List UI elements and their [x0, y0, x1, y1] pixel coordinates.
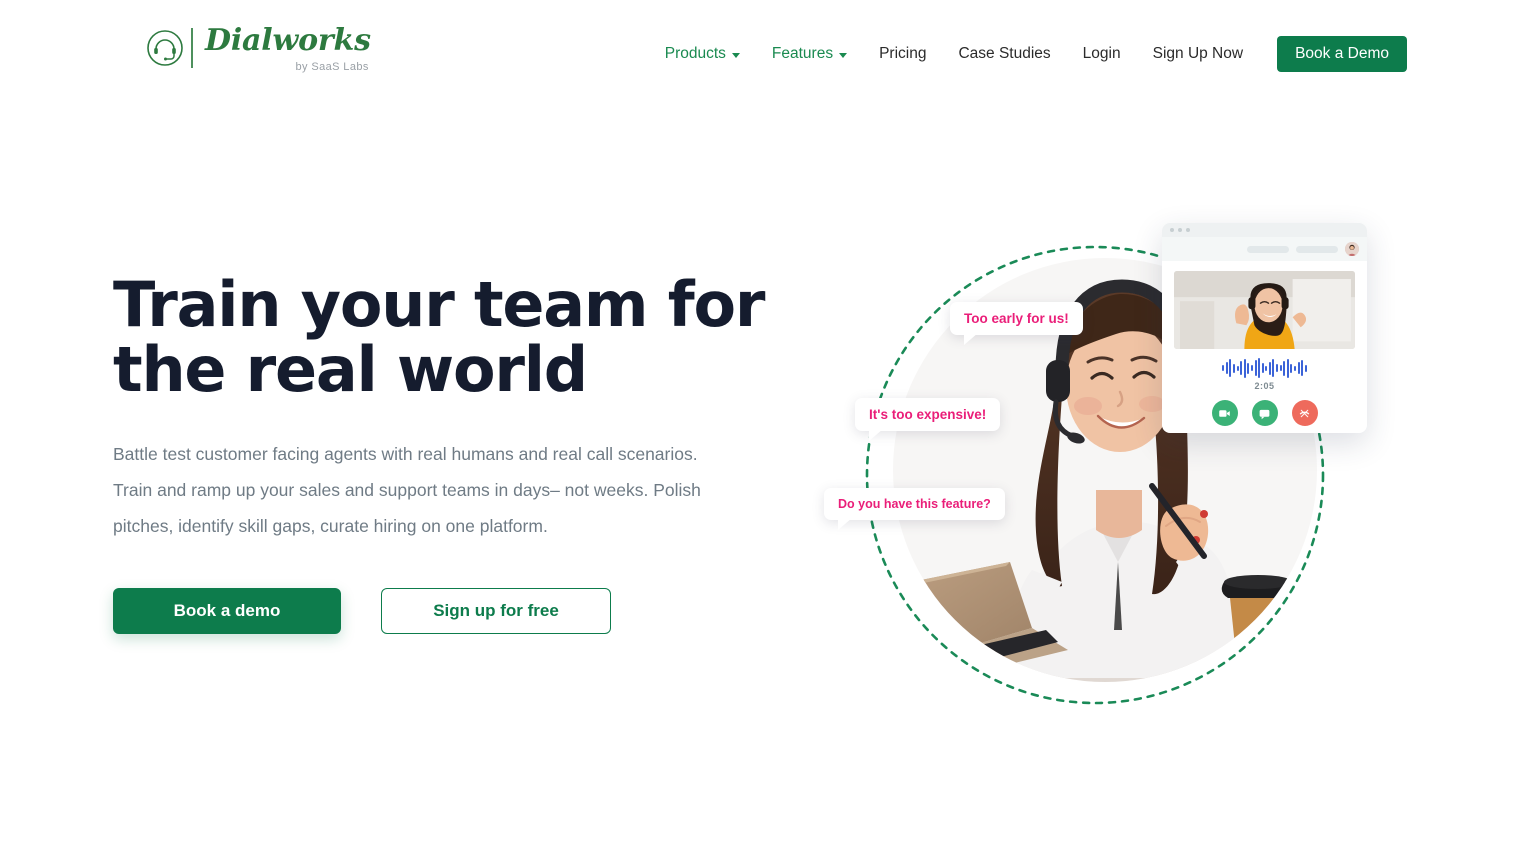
audio-waveform: [1174, 358, 1355, 378]
video-thumbnail: [1174, 271, 1355, 349]
speech-bubble-too-expensive: It's too expensive!: [855, 398, 1001, 441]
window-chrome: [1162, 223, 1367, 237]
nav-label: Products: [664, 45, 726, 62]
hero-subtitle: Battle test customer facing agents with …: [113, 444, 701, 536]
chevron-down-icon: [839, 52, 848, 58]
window-dot-icon: [1186, 228, 1190, 232]
headset-circle-icon: [147, 30, 183, 66]
main-nav: Products Features Pricing Case Studies L…: [649, 36, 1407, 72]
call-card-body: 2:05: [1162, 261, 1367, 426]
logo-name: Dialworks: [205, 23, 371, 58]
hero-illustration: Too early for us! It's too expensive! Do…: [800, 210, 1400, 710]
speech-bubble-too-early: Too early for us!: [950, 302, 1083, 345]
end-call-icon: [1299, 409, 1310, 417]
book-a-demo-button[interactable]: Book a Demo: [1277, 36, 1407, 72]
hero-title-line-2: the real world: [113, 333, 588, 406]
card-toolbar: [1162, 237, 1367, 261]
chat-button[interactable]: [1251, 400, 1278, 426]
avatar-image: [1345, 242, 1359, 256]
window-dot-icon: [1178, 228, 1182, 232]
sign-up-for-free-button[interactable]: Sign up for free: [381, 588, 611, 634]
call-timer: 2:05: [1254, 381, 1275, 391]
call-card: 2:05: [1162, 223, 1367, 433]
toolbar-placeholder: [1247, 245, 1289, 253]
site-header: Dialworks by SaaS Labs Products Features…: [0, 0, 1520, 110]
page-title: Train your team for the real world: [113, 272, 773, 402]
nav-label: Features: [771, 45, 834, 62]
nav-item-products[interactable]: Products: [649, 36, 756, 72]
nav-item-login[interactable]: Login: [1067, 36, 1137, 72]
hero-actions: Book a demo Sign up for free: [113, 588, 773, 634]
nav-item-sign-up-now[interactable]: Sign Up Now: [1137, 36, 1259, 72]
window-dot-icon: [1170, 228, 1174, 232]
logo-tagline: by SaaS Labs: [295, 61, 369, 73]
logo[interactable]: Dialworks by SaaS Labs: [145, 26, 371, 73]
avatar[interactable]: [1345, 242, 1359, 256]
nav-item-pricing[interactable]: Pricing: [863, 36, 942, 72]
book-a-demo-primary-button[interactable]: Book a demo: [113, 588, 341, 634]
chevron-down-icon: [731, 52, 740, 58]
hero-content: Train your team for the real world Battl…: [113, 272, 773, 634]
nav-item-features[interactable]: Features: [756, 36, 863, 72]
hero-title-line-1: Train your team for: [113, 268, 765, 341]
nav-item-case-studies[interactable]: Case Studies: [942, 36, 1066, 72]
landing-page: Dialworks by SaaS Labs Products Features…: [0, 0, 1520, 855]
chat-icon: [1259, 409, 1270, 419]
video-button[interactable]: [1211, 400, 1238, 426]
logo-divider: [191, 28, 193, 68]
video-icon: [1219, 409, 1230, 417]
waving-person-image: [1174, 271, 1355, 349]
call-controls: [1174, 400, 1355, 426]
speech-bubble-feature: Do you have this feature?: [824, 488, 1005, 530]
toolbar-placeholder: [1296, 245, 1338, 253]
end-call-button[interactable]: [1291, 400, 1318, 426]
